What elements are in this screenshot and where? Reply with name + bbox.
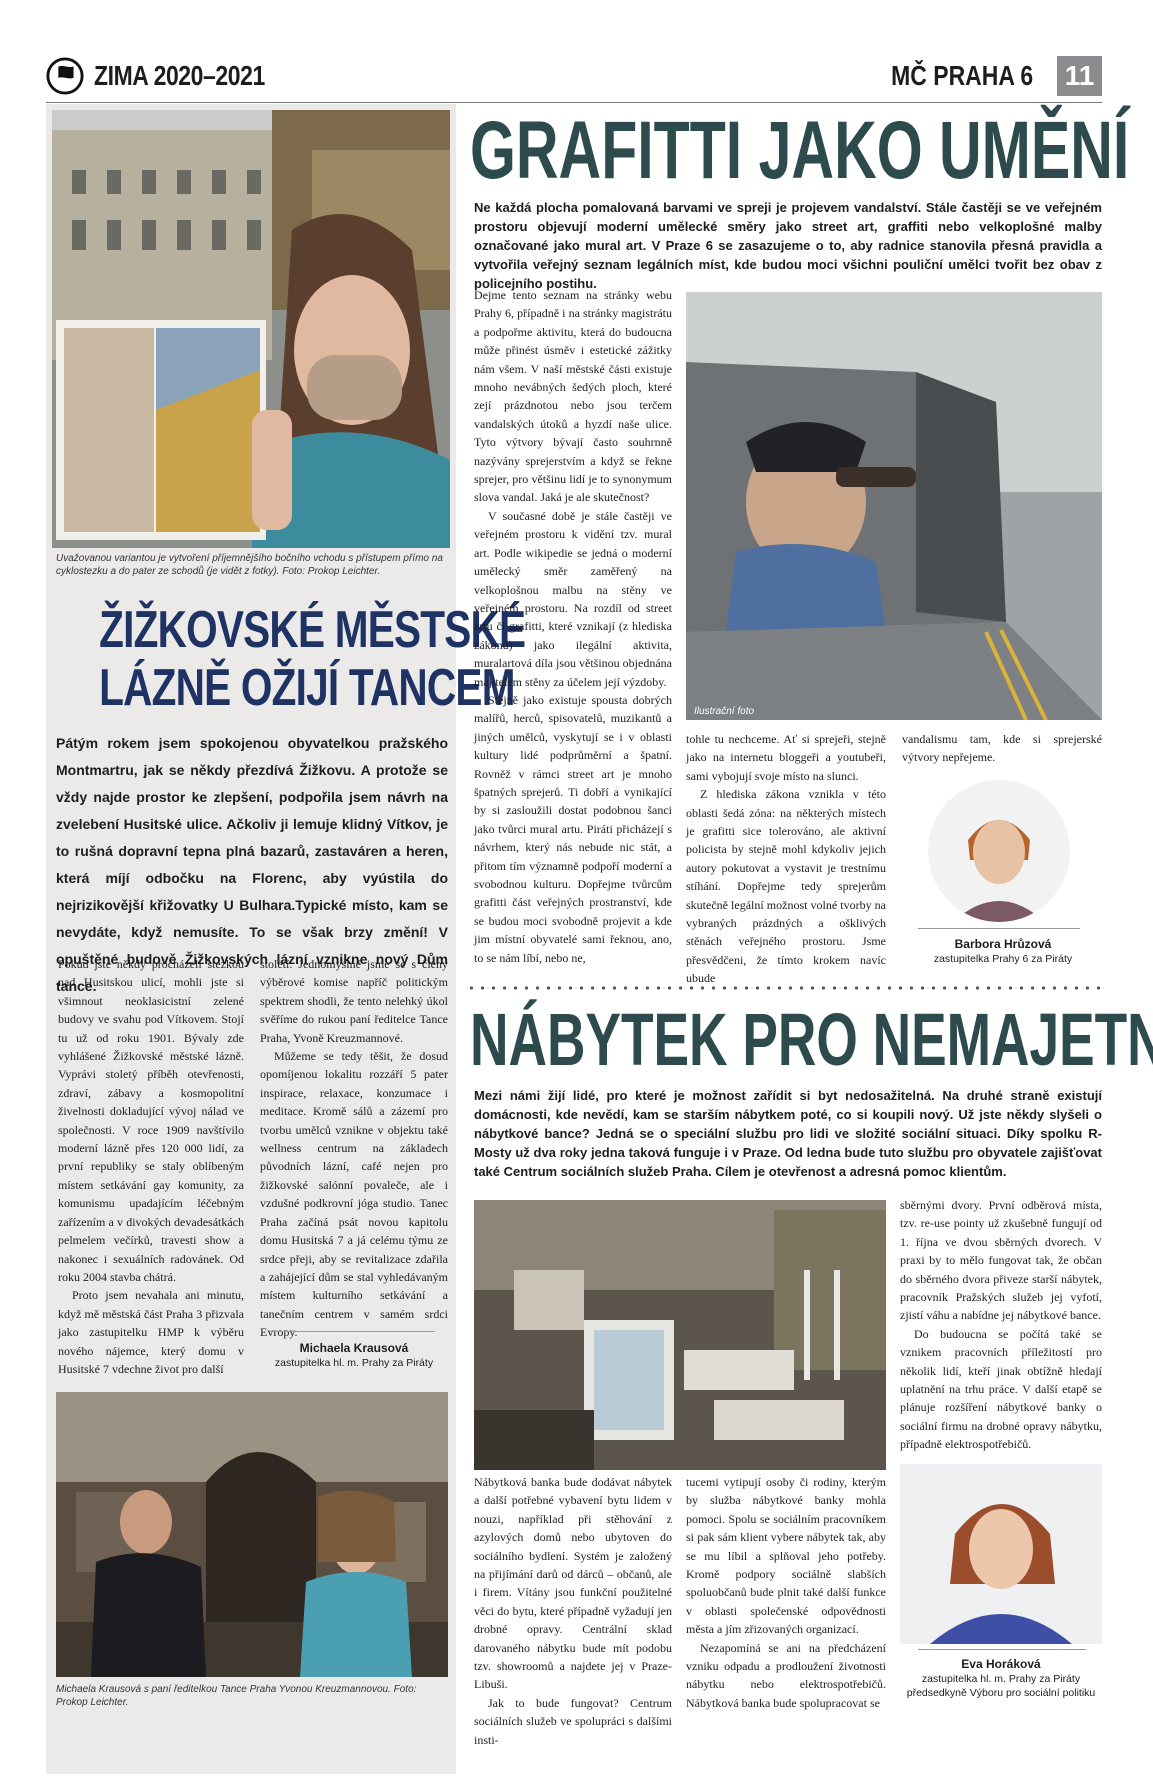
furniture-body-col1: Nábytková banka bude dodávat nábytek a d… bbox=[474, 1475, 672, 1747]
furniture-body-col2: tucemi vytipují osoby či rodiny, kterým … bbox=[686, 1475, 886, 1710]
graffiti-body-col3: vandalismu tam, kde si sprejerské výtvor… bbox=[902, 732, 1102, 765]
header-divider bbox=[46, 102, 1102, 103]
furniture-body-col3: sběrnými dvory. První odběrová místa, tz… bbox=[900, 1198, 1102, 1452]
graffiti-lead-paragraph: Ne každá plocha pomalovaná barvami ve sp… bbox=[474, 200, 1102, 291]
bottom-photo-caption: Michaela Krausová s paní ředitelkou Tanc… bbox=[56, 1684, 417, 1708]
eva-horakova-portrait bbox=[900, 1464, 1102, 1644]
graffiti-article-signature: Barbora Hrůzová zastupitelka Prahy 6 za … bbox=[933, 937, 1073, 965]
mural-building-photo bbox=[686, 292, 1102, 720]
furniture-lead-paragraph: Mezi námi žijí lidé, pro které je možnos… bbox=[474, 1088, 1102, 1179]
furniture-signature-divider bbox=[918, 1649, 1086, 1650]
graffiti-headline: GRAFITTI JAKO UMĚNÍ bbox=[470, 105, 1130, 196]
furniture-headline: NÁBYTEK PRO NEMAJETNÉ bbox=[470, 998, 1153, 1081]
district-label: MČ PRAHA 6 bbox=[890, 60, 1033, 91]
issue-label: ZIMA 2020–2021 bbox=[94, 60, 265, 91]
left-body-col1: Pokud jste někdy procházeli stezkou nad … bbox=[58, 957, 244, 1376]
graffiti-body-col1: Dejme tento seznam na stránky webu Prahy… bbox=[474, 288, 672, 965]
furniture-warehouse-photo bbox=[474, 1200, 886, 1470]
graffiti-signature-divider bbox=[918, 928, 1080, 929]
graffiti-body-col2: tohle tu nechceme. Ať si sprejeři, stejn… bbox=[686, 732, 886, 986]
section-dotted-divider bbox=[466, 985, 1102, 991]
furniture-article-signature: Eva Horáková zastupitelka hl. m. Prahy z… bbox=[906, 1657, 1096, 1699]
mural-photo-caption: Ilustrační foto bbox=[694, 706, 755, 717]
left-body-col2: století. Jednomyslně jsme se s členy výb… bbox=[260, 957, 448, 1340]
left-signature-divider bbox=[270, 1331, 435, 1332]
two-women-in-ruined-hall-photo bbox=[56, 1392, 448, 1677]
woman-holding-visualization-photo bbox=[52, 110, 450, 548]
barbora-hruzova-portrait bbox=[928, 780, 1070, 922]
page-number-badge: 11 bbox=[1057, 56, 1102, 96]
top-photo-caption: Uvažovanou variantou je vytvoření příjem… bbox=[56, 553, 443, 577]
left-headline: ŽIŽKOVSKÉ MĚSTSKÉ LÁZNĚ OŽIJÍ TANCEM bbox=[99, 601, 526, 717]
left-article-signature: Michaela Krausová zastupitelka hl. m. Pr… bbox=[274, 1341, 434, 1369]
pirate-flag-icon bbox=[46, 57, 84, 95]
